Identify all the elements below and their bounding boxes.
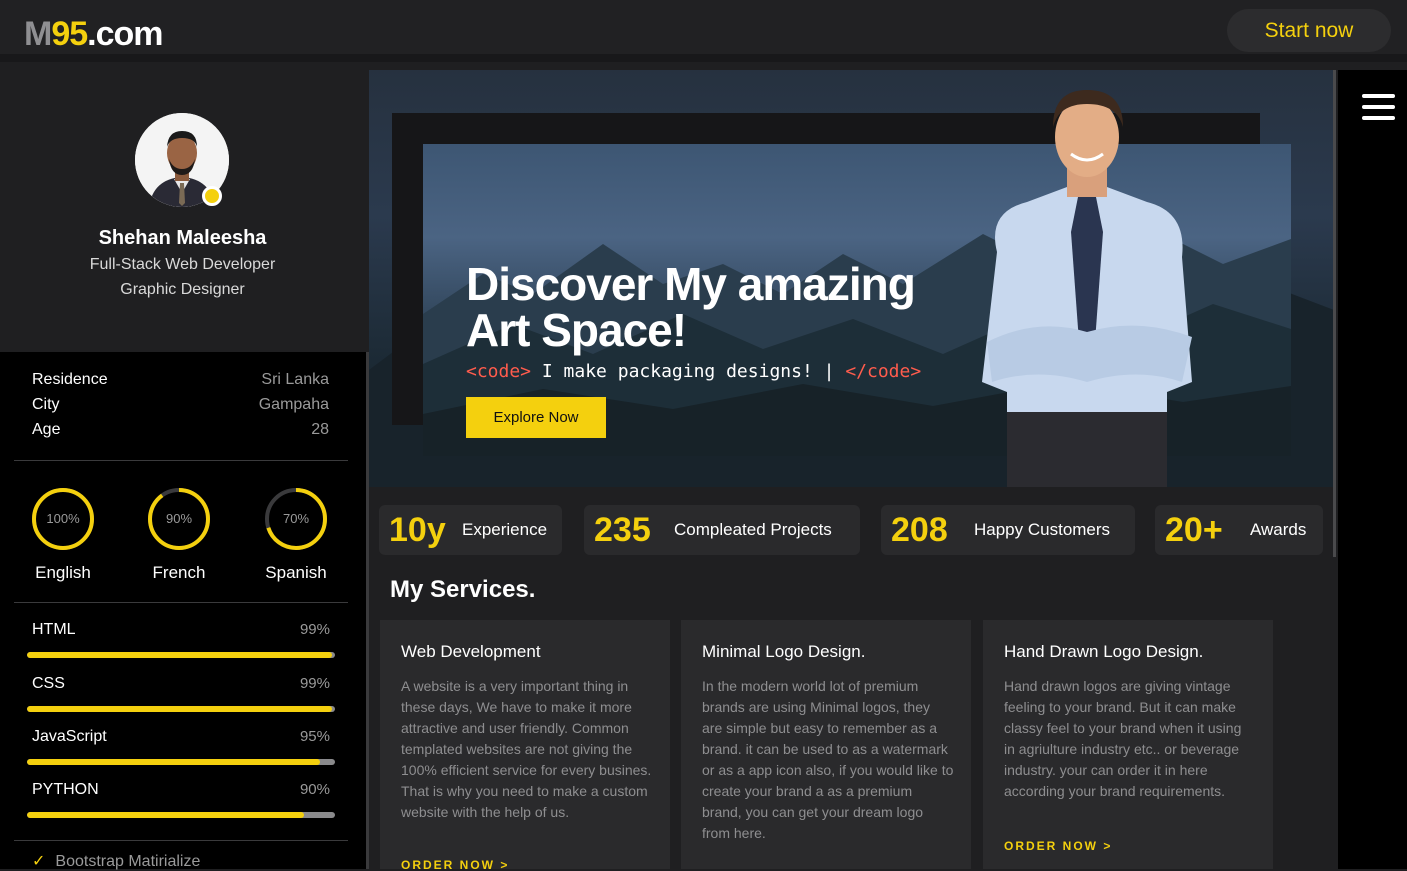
start-now-button[interactable]: Start now (1227, 9, 1391, 52)
language-name: Spanish (265, 563, 327, 582)
language-ring: 90% (147, 487, 211, 551)
stat-label: Awards (1250, 520, 1307, 539)
logo-domain: .com (87, 15, 163, 53)
info-key: Age (32, 421, 61, 438)
info-row-city: City Gampaha (32, 396, 329, 420)
stat-label: Compleated Projects (674, 520, 832, 539)
language-ring: 100% (31, 487, 95, 551)
divider (14, 460, 348, 461)
language-name: French (152, 563, 206, 582)
stat-awards: 20+ Awards (1155, 505, 1323, 555)
service-card-hand-drawn-logo: Hand Drawn Logo Design. Hand drawn logos… (983, 620, 1273, 869)
language-english: 100% English (13, 487, 113, 583)
profile-role: Full-Stack Web Developer (89, 256, 276, 273)
info-key: City (32, 396, 60, 413)
skill-bar-fill (27, 812, 305, 818)
extra-skill-item: ✓ Bootstrap Matirialize (32, 851, 200, 871)
skill-name: PYTHON (32, 781, 99, 798)
info-row-age: Age 28 (32, 421, 329, 445)
skill-percent: 99% (299, 621, 330, 638)
language-french: 90% French (129, 487, 229, 583)
stat-label: Happy Customers (974, 520, 1111, 539)
text-cursor-icon: | (812, 361, 846, 382)
service-title: Minimal Logo Design. (702, 642, 866, 661)
service-title: Hand Drawn Logo Design. (1004, 642, 1204, 661)
language-percent: 100% (46, 511, 80, 526)
stat-number: 20+ (1165, 511, 1223, 549)
code-open-tag: <code> (466, 361, 532, 382)
info-value: Gampaha (258, 396, 329, 413)
language-spanish: 70% Spanish (246, 487, 346, 583)
language-name: English (35, 563, 91, 582)
service-card-web: Web Development A website is a very impo… (380, 620, 670, 869)
divider (14, 840, 348, 841)
language-ring: 70% (264, 487, 328, 551)
right-nav-bar (1338, 70, 1407, 869)
check-icon: ✓ (32, 853, 46, 870)
service-title: Web Development (401, 642, 541, 661)
info-row-residence: Residence Sri Lanka (32, 371, 329, 395)
logo-number: 95 (51, 15, 88, 53)
skill-bar (27, 652, 335, 658)
hamburger-icon[interactable] (1362, 94, 1395, 121)
divider (14, 602, 348, 603)
skill-percent: 99% (299, 675, 330, 692)
info-value: Sri Lanka (261, 371, 329, 388)
language-percent: 90% (165, 511, 193, 526)
stat-experience: 10y Experience (379, 505, 562, 555)
service-description: Hand drawn logos are giving vintage feel… (1004, 678, 1242, 799)
hero-code-line: <code> I make packaging designs! | </cod… (466, 361, 921, 382)
service-description: A website is a very important thing in t… (401, 678, 652, 820)
skill-bar (27, 812, 335, 818)
skill-bar-fill (27, 706, 332, 712)
skill-name: JavaScript (32, 728, 107, 745)
main-scrollbar[interactable] (1333, 70, 1336, 557)
info-value: 28 (311, 421, 329, 438)
info-key: Residence (32, 371, 108, 388)
hero-title: Discover My amazing Art Space! (466, 258, 916, 356)
stat-projects: 235 Compleated Projects (584, 505, 860, 555)
service-card-minimal-logo: Minimal Logo Design. In the modern world… (681, 620, 971, 869)
top-bar: M95.com Start now (0, 0, 1407, 62)
code-text: I make packaging designs! (531, 361, 813, 382)
logo-letter: M (24, 15, 52, 53)
language-percent: 70% (282, 511, 310, 526)
stat-customers: 208 Happy Customers (881, 505, 1135, 555)
online-status-dot (202, 186, 222, 206)
profile-card: Shehan Maleesha Full-Stack Web Developer… (0, 70, 369, 352)
service-description: In the modern world lot of premium brand… (702, 678, 954, 841)
code-close-tag: </code> (845, 361, 922, 382)
skill-name: HTML (32, 621, 76, 638)
skill-bar-fill (27, 652, 332, 658)
profile-role: Graphic Designer (120, 281, 245, 298)
extra-skill-label: Bootstrap Matirialize (55, 853, 201, 870)
skill-bar (27, 706, 335, 712)
explore-now-button[interactable]: Explore Now (466, 397, 606, 438)
stat-number: 235 (594, 511, 651, 549)
profile-name: Shehan Maleesha (98, 227, 267, 249)
order-now-link[interactable]: ORDER NOW > (401, 858, 509, 869)
hero-banner: Discover My amazing Art Space! <code> I … (369, 70, 1334, 487)
order-now-link[interactable]: ORDER NOW > (1004, 839, 1112, 853)
skill-bar-fill (27, 759, 320, 765)
stat-label: Experience (462, 520, 548, 539)
stat-number: 208 (891, 511, 948, 549)
profile-sidebar: Shehan Maleesha Full-Stack Web Developer… (0, 70, 369, 871)
skill-name: CSS (32, 675, 65, 692)
services-heading: My Services. (390, 576, 536, 603)
skill-percent: 95% (299, 728, 330, 745)
site-logo[interactable]: M95.com (24, 14, 164, 54)
stat-number: 10y (389, 511, 446, 549)
main-content: Discover My amazing Art Space! <code> I … (369, 70, 1338, 869)
skill-bar (27, 759, 335, 765)
skill-percent: 90% (299, 781, 330, 798)
businessman-photo-icon (982, 90, 1192, 487)
